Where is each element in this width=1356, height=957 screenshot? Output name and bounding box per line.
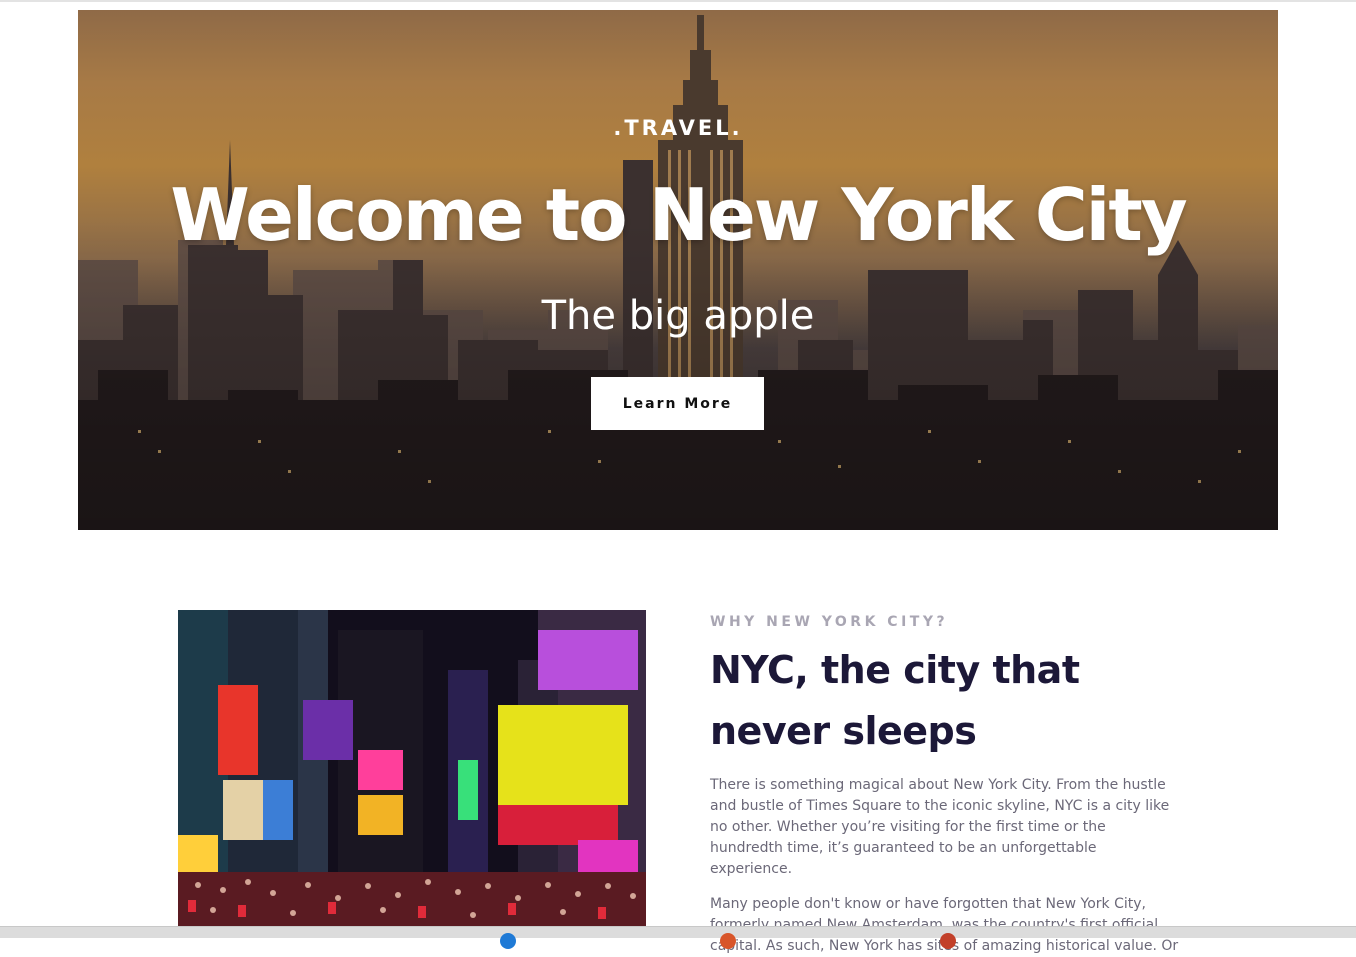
times-square-photo (178, 610, 646, 926)
section-eyebrow: WHY NEW YORK CITY? (710, 614, 949, 630)
intro-paragraph: There is something magical about New Yor… (710, 777, 1170, 877)
bottom-taskbar (0, 926, 1356, 949)
taskbar-icon[interactable] (940, 933, 956, 949)
learn-more-button[interactable]: Learn More (591, 377, 764, 430)
hero-title: Welcome to New York City (170, 173, 1187, 257)
hero-overlay (78, 10, 1278, 530)
hero-banner: .TRAVEL. Welcome to New York City The bi… (78, 10, 1278, 530)
hero-kicker: .TRAVEL. (613, 116, 743, 140)
hero-subtitle: The big apple (541, 293, 815, 339)
section-title: NYC, the city that never sleeps (710, 648, 1080, 753)
top-divider (0, 0, 1356, 2)
taskbar-icon[interactable] (500, 933, 516, 949)
about-section: WHY NEW YORK CITY? NYC, the city that ne… (710, 612, 1180, 957)
taskbar-icon[interactable] (720, 933, 736, 949)
